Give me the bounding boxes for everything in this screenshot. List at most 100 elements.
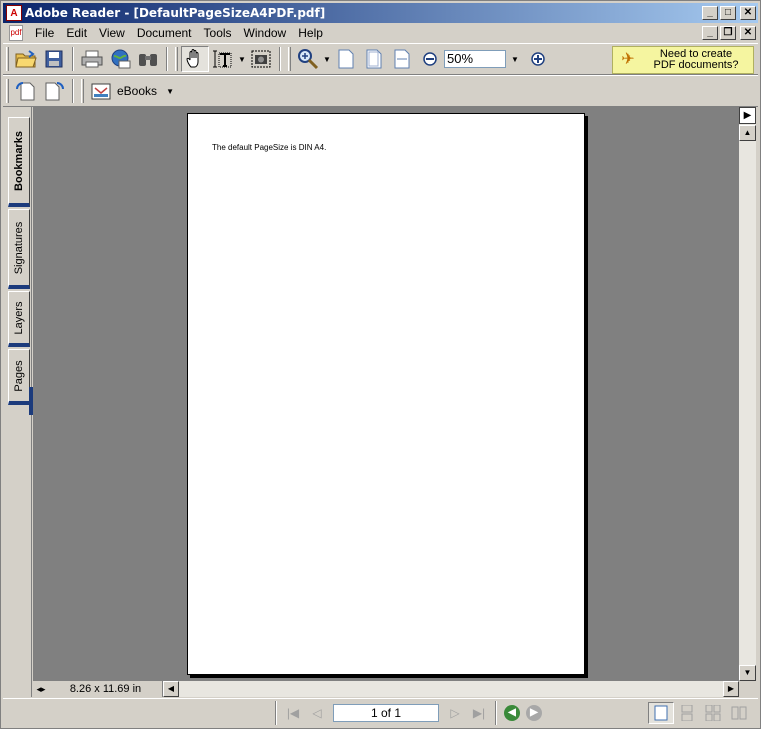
rotate-clockwise-button[interactable] [12, 78, 40, 104]
print-button[interactable] [78, 46, 106, 72]
rotate-counterclockwise-button[interactable] [40, 78, 68, 104]
promo-line2: PDF documents? [653, 59, 739, 71]
zoom-input[interactable]: 50% [444, 50, 506, 68]
toolbar-separator [279, 47, 281, 71]
navigation-tabs-panel: Bookmarks Signatures Layers Pages [5, 107, 33, 697]
page-text: The default PageSize is DIN A4. [212, 143, 327, 152]
email-button[interactable] [106, 46, 134, 72]
toolbar-grip[interactable] [6, 79, 9, 103]
doc-close-button[interactable]: ✕ [740, 26, 756, 40]
menu-edit[interactable]: Edit [60, 26, 93, 40]
hand-tool-button[interactable] [181, 46, 209, 72]
tab-bookmarks-label: Bookmarks [13, 130, 25, 191]
tab-layers-label: Layers [13, 300, 25, 335]
printer-icon [81, 50, 103, 68]
toolbar-grip[interactable] [6, 47, 9, 71]
tab-pages[interactable]: Pages [8, 349, 30, 405]
back-arrow-icon: ◀ [504, 704, 520, 721]
page-size-label: 8.26 x 11.69 in [69, 683, 142, 695]
nav-separator [495, 700, 497, 725]
first-page-button[interactable]: |◀ [281, 702, 305, 724]
magnifier-icon [298, 49, 319, 70]
toolbar-grip[interactable] [288, 47, 291, 71]
previous-page-button[interactable]: ◁ [305, 702, 329, 724]
menu-tools[interactable]: Tools [198, 26, 238, 40]
menu-view[interactable]: View [93, 26, 131, 40]
zoom-in-tool-button[interactable] [294, 46, 322, 72]
toolbar-grip[interactable] [81, 79, 84, 103]
save-button[interactable] [40, 46, 68, 72]
ebooks-dropdown[interactable]: ▼ [161, 78, 179, 104]
fit-width-icon [394, 49, 410, 69]
zoom-dropdown[interactable]: ▼ [506, 46, 524, 72]
page-number-field[interactable]: 1 of 1 [333, 703, 439, 722]
single-page-layout-button[interactable] [648, 701, 674, 724]
document-icon[interactable]: pdf [9, 25, 23, 41]
scroll-down-button[interactable]: ▼ [739, 665, 756, 681]
next-view-button[interactable]: ▶ [523, 702, 545, 724]
doc-restore-button[interactable]: ❐ [720, 26, 736, 40]
last-page-icon: ▶| [472, 705, 486, 720]
doc-minimize-button[interactable]: _ [702, 26, 718, 40]
facing-layout-button[interactable] [726, 702, 752, 724]
search-button[interactable] [134, 46, 162, 72]
title-bar[interactable]: A Adobe Reader - [DefaultPageSizeA4PDF.p… [3, 3, 758, 23]
menu-file[interactable]: File [29, 26, 60, 40]
maximize-button[interactable]: □ [720, 6, 736, 20]
main-toolbar: ▼ ▼ 50% ▼ ✈ Need to create PDF documents… [3, 43, 758, 75]
horizontal-scrollbar[interactable]: ◂▸ 8.26 x 11.69 in ◀ ▶ [33, 681, 739, 697]
select-tool-dropdown[interactable]: ▼ [237, 46, 247, 72]
actual-size-button[interactable] [332, 46, 360, 72]
scroll-left-button[interactable]: ◀ [163, 681, 179, 697]
pdf-promo-icon: ✈ [621, 51, 635, 68]
tab-layers[interactable]: Layers [8, 291, 30, 347]
binoculars-icon [139, 54, 157, 66]
toolbar-grip[interactable] [175, 47, 178, 71]
resize-arrows-icon[interactable]: ◂▸ [33, 684, 49, 695]
fit-width-button[interactable] [388, 46, 416, 72]
window-title: Adobe Reader - [DefaultPageSizeA4PDF.pdf… [25, 6, 326, 20]
open-folder-icon [15, 50, 37, 68]
toolbar-separator [72, 47, 74, 71]
pdf-page[interactable]: The default PageSize is DIN A4. [187, 113, 585, 675]
nav-separator [275, 700, 277, 725]
menu-document[interactable]: Document [131, 26, 198, 40]
ebooks-button[interactable]: eBooks [87, 78, 161, 104]
next-page-button[interactable]: ▷ [443, 702, 467, 724]
close-button[interactable]: ✕ [740, 6, 756, 20]
tab-signatures[interactable]: Signatures [8, 209, 30, 289]
scroll-right-button[interactable]: ▶ [723, 681, 739, 697]
snapshot-button[interactable] [247, 46, 275, 72]
vertical-scrollbar[interactable]: ▲ ▼ [739, 107, 756, 681]
document-view[interactable]: The default PageSize is DIN A4. [33, 107, 739, 681]
create-pdf-promo[interactable]: ✈ Need to create PDF documents? [612, 46, 754, 74]
tab-signatures-label: Signatures [13, 221, 25, 274]
horizontal-scroll-track[interactable] [179, 681, 723, 697]
show-panel-toggle[interactable]: ▶ [739, 107, 756, 124]
continuous-layout-button[interactable] [674, 702, 700, 724]
next-page-icon: ▷ [450, 705, 460, 720]
app-window: A Adobe Reader - [DefaultPageSizeA4PDF.p… [0, 0, 761, 729]
fit-page-button[interactable] [360, 46, 388, 72]
rotate-back-icon [45, 82, 64, 101]
page-layout-controls [648, 701, 752, 724]
continuous-facing-layout-button[interactable] [700, 702, 726, 724]
select-text-button[interactable] [209, 46, 237, 72]
camera-icon [251, 50, 271, 68]
tab-bookmarks[interactable]: Bookmarks [8, 117, 30, 207]
minimize-button[interactable]: _ [702, 6, 718, 20]
tab-pages-label: Pages [13, 359, 25, 392]
scroll-up-button[interactable]: ▲ [739, 125, 756, 141]
zoom-tool-dropdown[interactable]: ▼ [322, 46, 332, 72]
last-page-button[interactable]: ▶| [467, 702, 491, 724]
globe-email-icon [111, 49, 131, 69]
continuous-facing-icon [705, 704, 721, 721]
rotate-page-icon [16, 82, 35, 101]
previous-view-button[interactable]: ◀ [501, 702, 523, 724]
menu-window[interactable]: Window [238, 26, 293, 40]
toolbar-separator [72, 79, 74, 103]
menu-help[interactable]: Help [292, 26, 329, 40]
open-button[interactable] [12, 46, 40, 72]
zoom-in-button[interactable] [524, 46, 552, 72]
zoom-out-button[interactable] [416, 46, 444, 72]
